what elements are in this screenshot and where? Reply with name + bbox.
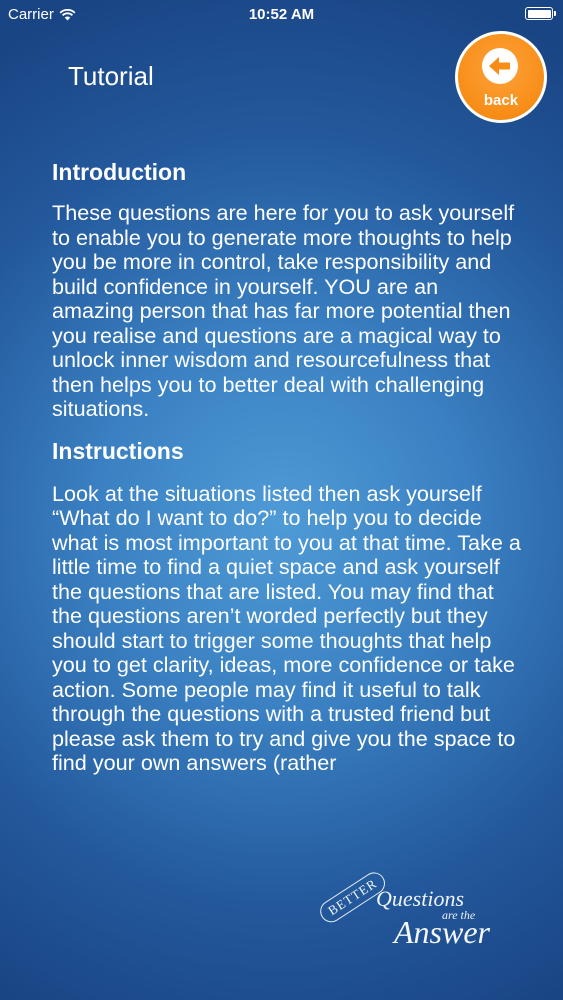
introduction-heading: Introduction <box>52 159 187 185</box>
app-logo: BETTER Questions are the Answer <box>308 868 523 962</box>
back-button[interactable]: back <box>455 31 547 123</box>
back-label: back <box>483 92 519 109</box>
battery-icon <box>525 7 556 20</box>
status-time: 10:52 AM <box>248 6 315 23</box>
instructions-heading: Instructions <box>52 437 184 464</box>
introduction-text: These questions are here for you to ask … <box>52 200 515 421</box>
status-bar: Carrier 10:52 AM <box>0 0 563 30</box>
tutorial-content[interactable]: Introduction These questions are here fo… <box>52 157 522 852</box>
logo-answer-text: Answer <box>394 914 490 950</box>
page-title: Tutorial <box>68 61 154 91</box>
back-arrow-icon <box>482 48 518 84</box>
instructions-text: Look at the situations listed then ask y… <box>52 480 521 775</box>
